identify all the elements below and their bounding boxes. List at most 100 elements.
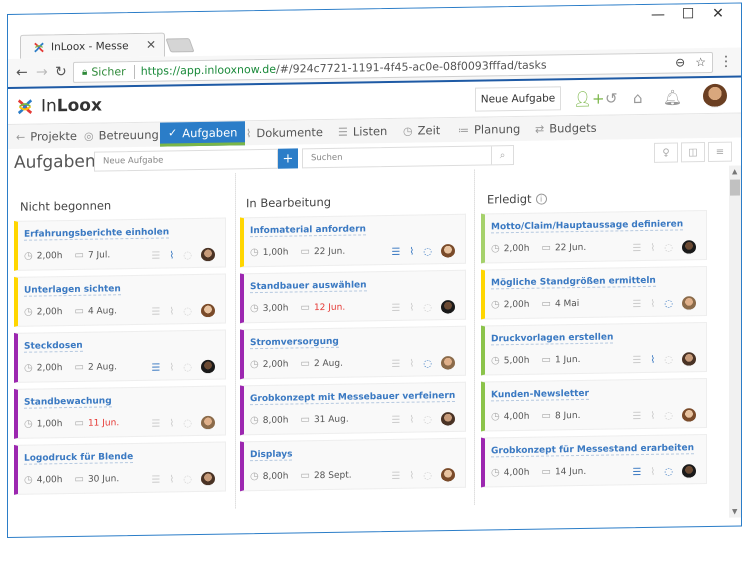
attachment-icon[interactable]: ⌇ xyxy=(169,250,174,261)
assignee-avatar[interactable] xyxy=(201,359,215,374)
checklist-icon[interactable]: ☰ xyxy=(391,358,400,369)
comment-icon[interactable]: ◌ xyxy=(423,358,432,369)
task-title[interactable]: Kunden-Newsletter xyxy=(491,388,589,402)
scroll-up-icon[interactable]: ▲ xyxy=(732,168,737,176)
checklist-icon[interactable]: ☰ xyxy=(151,250,160,261)
comment-icon[interactable]: ◌ xyxy=(183,474,192,485)
chat-button[interactable]: Chat ⬉ xyxy=(686,526,729,539)
assignee-avatar[interactable] xyxy=(682,296,696,311)
notification-bell-icon[interactable]: 🔔︎ xyxy=(663,88,682,106)
scroll-thumb[interactable] xyxy=(730,179,740,196)
browser-tab[interactable]: InLoox - Messe ✕ xyxy=(20,32,165,59)
task-card[interactable]: Kunden-Newsletter ◷ 4,00h ▭ 8 Jun. ☰ ⌇ ◌ xyxy=(481,378,707,432)
attachment-icon[interactable]: ⌇ xyxy=(409,470,414,481)
attachment-icon[interactable]: ⌇ xyxy=(169,418,174,429)
forward-icon[interactable]: → xyxy=(36,64,48,80)
assignee-avatar[interactable] xyxy=(441,467,455,483)
checklist-icon[interactable]: ☰ xyxy=(632,467,641,478)
comment-icon[interactable]: ◌ xyxy=(423,414,432,425)
info-icon[interactable]: i xyxy=(535,193,547,205)
assignee-avatar[interactable] xyxy=(682,240,696,255)
attachment-icon[interactable]: ⌇ xyxy=(409,246,414,257)
checklist-icon[interactable]: ☰ xyxy=(632,411,641,422)
attachment-icon[interactable]: ⌇ xyxy=(169,362,174,373)
zoom-out-icon[interactable]: ⊖ xyxy=(675,55,685,69)
attachment-icon[interactable]: ⌇ xyxy=(409,414,414,425)
nav-planung[interactable]: ≔ Planung xyxy=(458,117,520,142)
task-title[interactable]: Steckdosen xyxy=(24,340,83,353)
checklist-icon[interactable]: ☰ xyxy=(391,246,400,257)
nav-dokumente[interactable]: ⌇ Dokumente xyxy=(246,120,323,145)
task-card[interactable]: Standbauer auswählen ◷ 3,00h ▭ 12 Jun. ☰… xyxy=(240,269,466,324)
checklist-icon[interactable]: ☰ xyxy=(632,243,641,254)
list-view-button[interactable]: ≡ xyxy=(708,141,732,162)
task-card[interactable]: Unterlagen sichten ◷ 2,00h ▭ 4 Aug. ☰ ⌇ … xyxy=(14,273,226,327)
url-input[interactable]: 🔒︎ Sicher https://app.inlooxnow.de /#/92… xyxy=(73,51,713,83)
new-task-button[interactable]: Neue Aufgabe xyxy=(475,86,561,112)
task-card[interactable]: Infomaterial anfordern ◷ 1,00h ▭ 22 Jun.… xyxy=(240,213,466,268)
task-card[interactable]: Motto/Claim/Hauptaussage definieren ◷ 2,… xyxy=(481,210,707,264)
task-card[interactable]: Erfahrungsberichte einholen ◷ 2,00h ▭ 7 … xyxy=(14,217,226,271)
assignee-avatar[interactable] xyxy=(682,464,696,479)
checklist-icon[interactable]: ☰ xyxy=(632,355,641,366)
task-card[interactable]: Grobkonzept mit Messebauer verfeinern ◷ … xyxy=(240,381,466,436)
task-card[interactable]: Displays ◷ 8,00h ▭ 28 Sept. ☰ ⌇ ◌ xyxy=(240,437,466,492)
history-icon[interactable]: ↺ xyxy=(605,89,618,107)
scroll-down-icon[interactable]: ▼ xyxy=(732,508,737,516)
comment-icon[interactable]: ◌ xyxy=(664,354,673,365)
new-task-input[interactable]: Neue Aufgabe xyxy=(94,148,278,172)
checklist-icon[interactable]: ☰ xyxy=(391,414,400,425)
task-title[interactable]: Grobkonzept mit Messebauer verfeinern xyxy=(250,390,456,406)
nav-projekte[interactable]: ← Projekte xyxy=(16,124,77,149)
task-title[interactable]: Standbauer auswählen xyxy=(250,280,367,294)
comment-icon[interactable]: ◌ xyxy=(423,246,432,257)
assignee-avatar[interactable] xyxy=(682,408,696,423)
checklist-icon[interactable]: ☰ xyxy=(151,474,160,485)
new-tab-button[interactable] xyxy=(165,38,195,53)
task-title[interactable]: Mögliche Standgrößen ermitteln xyxy=(491,275,656,290)
checklist-icon[interactable]: ☰ xyxy=(151,306,160,317)
tab-close-icon[interactable]: ✕ xyxy=(146,38,156,52)
attachment-icon[interactable]: ⌇ xyxy=(650,354,655,365)
task-title[interactable]: Infomaterial anfordern xyxy=(250,224,366,238)
comment-icon[interactable]: ◌ xyxy=(183,362,192,373)
attachment-icon[interactable]: ⌇ xyxy=(409,302,414,313)
attachment-icon[interactable]: ⌇ xyxy=(650,298,655,309)
task-card[interactable]: Logodruck für Blende ◷ 4,00h ▭ 30 Jun. ☰… xyxy=(14,441,226,495)
assignee-avatar[interactable] xyxy=(201,247,215,262)
nav-aufgaben[interactable]: ✓ Aufgaben xyxy=(160,121,246,147)
search-input[interactable]: Suchen ⌕ xyxy=(302,145,514,169)
close-window-icon[interactable]: ✕ xyxy=(703,6,733,22)
task-title[interactable]: Grobkonzept für Messestand erarbeiten xyxy=(491,443,694,458)
checklist-icon[interactable]: ☰ xyxy=(151,418,160,429)
attachment-icon[interactable]: ⌇ xyxy=(169,474,174,485)
checklist-icon[interactable]: ☰ xyxy=(151,362,160,373)
comment-icon[interactable]: ◌ xyxy=(423,470,432,481)
comment-icon[interactable]: ◌ xyxy=(423,302,432,313)
comment-icon[interactable]: ◌ xyxy=(664,298,673,309)
task-title[interactable]: Motto/Claim/Hauptaussage definieren xyxy=(491,219,684,234)
checklist-icon[interactable]: ☰ xyxy=(391,470,400,481)
task-card[interactable]: Stromversorgung ◷ 2,00h ▭ 2 Aug. ☰ ⌇ ◌ xyxy=(240,325,466,380)
assignee-avatar[interactable] xyxy=(441,355,455,371)
assignee-avatar[interactable] xyxy=(441,243,455,259)
inbox-icon[interactable]: ⌂ xyxy=(633,89,643,107)
comment-icon[interactable]: ◌ xyxy=(183,250,192,261)
task-title[interactable]: Logodruck für Blende xyxy=(24,452,134,465)
assignee-avatar[interactable] xyxy=(201,303,215,318)
task-title[interactable]: Displays xyxy=(250,449,293,462)
assignee-avatar[interactable] xyxy=(201,415,215,430)
comment-icon[interactable]: ◌ xyxy=(183,306,192,317)
task-title[interactable]: Unterlagen sichten xyxy=(24,284,121,297)
nav-zeit[interactable]: ◷ Zeit xyxy=(403,118,440,143)
maximize-icon[interactable]: ☐ xyxy=(673,6,703,22)
browser-menu-icon[interactable]: ⋮ xyxy=(719,54,733,70)
attachment-icon[interactable]: ⌇ xyxy=(650,466,655,477)
assignee-avatar[interactable] xyxy=(201,471,215,486)
task-card[interactable]: Steckdosen ◷ 2,00h ▭ 2 Aug. ☰ ⌇ ◌ xyxy=(14,329,226,383)
comment-icon[interactable]: ◌ xyxy=(664,466,673,477)
attachment-icon[interactable]: ⌇ xyxy=(650,410,655,421)
task-card[interactable]: Standbewachung ◷ 1,00h ▭ 11 Jun. ☰ ⌇ ◌ xyxy=(14,385,226,439)
inloox-logo[interactable]: In Loox xyxy=(16,96,102,117)
assignee-avatar[interactable] xyxy=(441,299,455,315)
